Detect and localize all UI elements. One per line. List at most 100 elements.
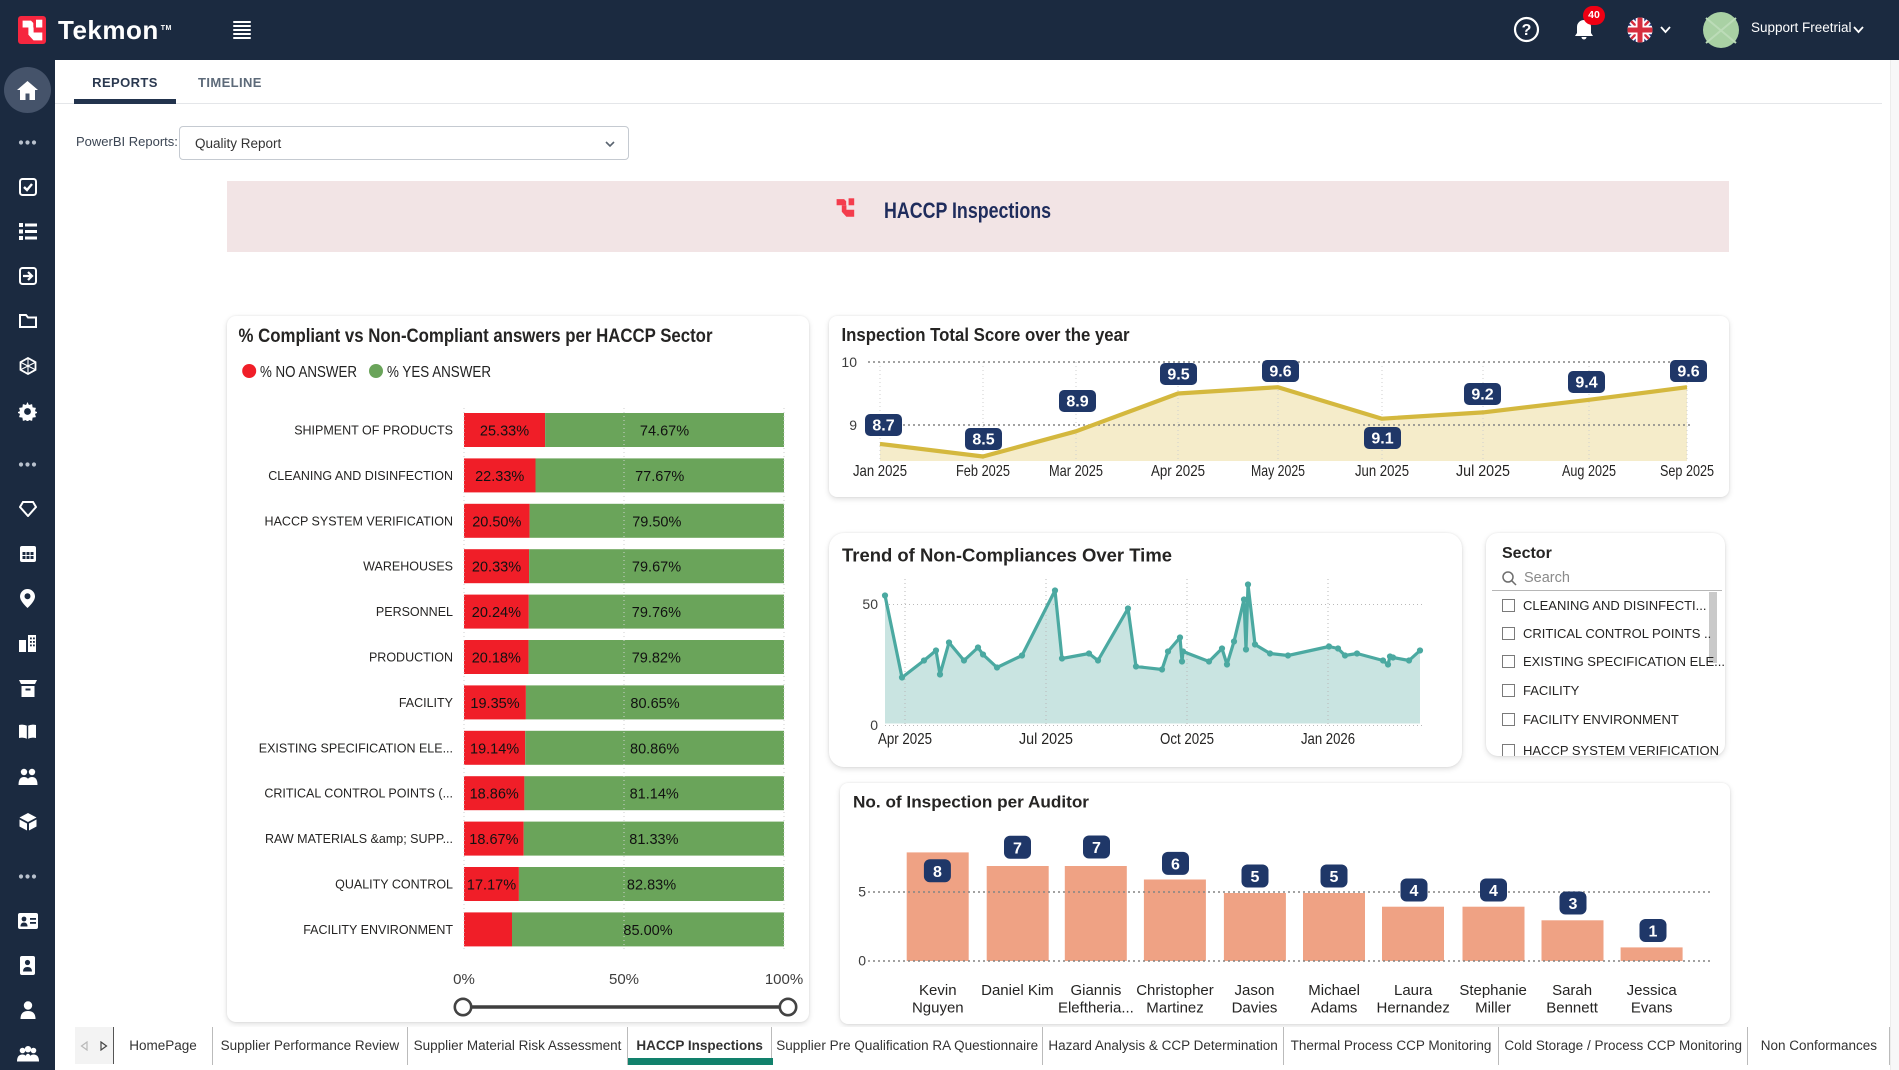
svg-text:?: ? — [1522, 22, 1532, 39]
svg-text:Trend of Non-Compliances Over: Trend of Non-Compliances Over Time — [842, 545, 1172, 566]
svg-text:10: 10 — [841, 354, 857, 370]
svg-text:% NO ANSWER: % NO ANSWER — [260, 364, 357, 381]
svg-text:Sarah: Sarah — [1552, 982, 1592, 999]
svg-text:HACCP Inspections: HACCP Inspections — [884, 198, 1051, 223]
svg-text:Jason: Jason — [1234, 982, 1274, 999]
svg-text:5: 5 — [1330, 869, 1339, 886]
svg-text:RAW MATERIALS &amp; SUPP...: RAW MATERIALS &amp; SUPP... — [265, 832, 453, 846]
svg-text:81.14%: 81.14% — [630, 787, 679, 803]
svg-text:7: 7 — [1092, 840, 1101, 857]
svg-text:19.35%: 19.35% — [470, 696, 519, 712]
svg-text:4: 4 — [1410, 883, 1419, 900]
svg-text:25.33%: 25.33% — [480, 424, 529, 440]
svg-text:9.6: 9.6 — [1269, 364, 1291, 381]
svg-text:PRODUCTION: PRODUCTION — [369, 651, 453, 665]
svg-text:8.5: 8.5 — [972, 432, 994, 449]
svg-text:0: 0 — [870, 717, 878, 733]
svg-text:1: 1 — [1649, 924, 1658, 941]
svg-text:19.14%: 19.14% — [470, 741, 519, 757]
svg-text:Jun 2025: Jun 2025 — [1355, 463, 1409, 480]
svg-text:9.2: 9.2 — [1471, 387, 1493, 404]
svg-text:22.33%: 22.33% — [475, 469, 524, 485]
svg-text:7: 7 — [1013, 840, 1022, 857]
svg-text:Apr 2025: Apr 2025 — [1151, 463, 1205, 480]
svg-text:Kevin: Kevin — [919, 982, 957, 999]
svg-text:Inspection Total Score over th: Inspection Total Score over the year — [842, 325, 1130, 345]
svg-text:6: 6 — [1171, 856, 1180, 873]
svg-text:% YES ANSWER: % YES ANSWER — [387, 364, 491, 381]
svg-text:FACILITY: FACILITY — [399, 696, 454, 710]
svg-text:Oct 2025: Oct 2025 — [1160, 731, 1214, 748]
svg-text:9.5: 9.5 — [1167, 367, 1189, 384]
svg-text:8: 8 — [933, 864, 942, 881]
svg-text:Jul 2025: Jul 2025 — [1456, 463, 1510, 480]
svg-text:WAREHOUSES: WAREHOUSES — [363, 560, 453, 574]
svg-text:% Compliant vs Non-Compliant a: % Compliant vs Non-Compliant answers per… — [239, 326, 714, 347]
svg-text:9: 9 — [849, 417, 857, 433]
svg-text:Jessica: Jessica — [1627, 982, 1678, 999]
svg-text:9.6: 9.6 — [1677, 364, 1699, 381]
svg-text:Eleftheria...: Eleftheria... — [1058, 1000, 1134, 1017]
svg-text:HACCP SYSTEM VERIFICATION: HACCP SYSTEM VERIFICATION — [265, 514, 453, 528]
svg-text:79.76%: 79.76% — [632, 605, 681, 621]
svg-text:18.67%: 18.67% — [469, 832, 518, 848]
svg-text:Jan 2025: Jan 2025 — [853, 463, 907, 480]
svg-text:Bennett: Bennett — [1546, 1000, 1599, 1017]
svg-text:QUALITY CONTROL: QUALITY CONTROL — [335, 878, 453, 892]
svg-text:Jul 2025: Jul 2025 — [1019, 731, 1073, 748]
svg-text:Daniel Kim: Daniel Kim — [981, 982, 1054, 999]
svg-text:Hernandez: Hernandez — [1377, 1000, 1450, 1017]
svg-text:Giannis: Giannis — [1070, 982, 1121, 999]
svg-text:Evans: Evans — [1631, 1000, 1673, 1017]
svg-text:77.67%: 77.67% — [635, 469, 684, 485]
svg-text:8.7: 8.7 — [872, 418, 894, 435]
svg-text:Stephanie: Stephanie — [1459, 982, 1527, 999]
svg-text:4: 4 — [1489, 883, 1498, 900]
svg-text:9.4: 9.4 — [1575, 375, 1597, 392]
svg-text:20.33%: 20.33% — [472, 560, 521, 576]
svg-text:CLEANING AND DISINFECTION: CLEANING AND DISINFECTION — [268, 469, 453, 483]
svg-text:CRITICAL CONTROL POINTS (...: CRITICAL CONTROL POINTS (... — [264, 787, 453, 801]
svg-text:17.17%: 17.17% — [467, 878, 516, 894]
svg-text:20.50%: 20.50% — [472, 514, 521, 530]
svg-text:Aug 2025: Aug 2025 — [1562, 463, 1616, 480]
svg-text:85.00%: 85.00% — [623, 923, 672, 939]
svg-text:0: 0 — [858, 953, 866, 969]
svg-text:74.67%: 74.67% — [640, 424, 689, 440]
svg-text:8.9: 8.9 — [1066, 394, 1088, 411]
svg-text:Nguyen: Nguyen — [912, 1000, 964, 1017]
svg-text:79.82%: 79.82% — [632, 651, 681, 667]
svg-text:No. of Inspection per Auditor: No. of Inspection per Auditor — [853, 794, 1090, 812]
svg-text:Mar 2025: Mar 2025 — [1049, 463, 1103, 480]
svg-text:FACILITY ENVIRONMENT: FACILITY ENVIRONMENT — [303, 923, 453, 937]
svg-text:0%: 0% — [453, 971, 475, 988]
svg-text:Jan 2026: Jan 2026 — [1301, 731, 1355, 748]
svg-text:PERSONNEL: PERSONNEL — [376, 605, 453, 619]
svg-text:79.67%: 79.67% — [632, 560, 681, 576]
svg-text:3: 3 — [1569, 896, 1578, 913]
svg-text:100%: 100% — [765, 971, 803, 988]
svg-text:81.33%: 81.33% — [629, 832, 678, 848]
svg-text:18.86%: 18.86% — [470, 787, 519, 803]
svg-text:Feb 2025: Feb 2025 — [956, 463, 1010, 480]
svg-text:Martinez: Martinez — [1146, 1000, 1204, 1017]
svg-text:May 2025: May 2025 — [1251, 463, 1305, 480]
svg-text:50%: 50% — [609, 971, 639, 988]
svg-text:Adams: Adams — [1311, 1000, 1358, 1017]
svg-text:20.18%: 20.18% — [472, 651, 521, 667]
svg-text:EXISTING SPECIFICATION ELE...: EXISTING SPECIFICATION ELE... — [259, 741, 453, 755]
svg-text:Davies: Davies — [1232, 1000, 1278, 1017]
svg-text:20.24%: 20.24% — [472, 605, 521, 621]
svg-text:79.50%: 79.50% — [632, 514, 681, 530]
svg-text:Apr 2025: Apr 2025 — [878, 731, 932, 748]
svg-text:80.86%: 80.86% — [630, 741, 679, 757]
svg-text:9.1: 9.1 — [1371, 431, 1393, 448]
svg-text:5: 5 — [1251, 869, 1260, 886]
svg-text:Christopher: Christopher — [1136, 982, 1214, 999]
svg-text:82.83%: 82.83% — [627, 878, 676, 894]
svg-text:5: 5 — [858, 884, 866, 900]
svg-text:Sep 2025: Sep 2025 — [1660, 463, 1714, 480]
svg-text:50: 50 — [862, 596, 878, 612]
svg-text:Michael: Michael — [1308, 982, 1360, 999]
svg-text:Laura: Laura — [1394, 982, 1433, 999]
